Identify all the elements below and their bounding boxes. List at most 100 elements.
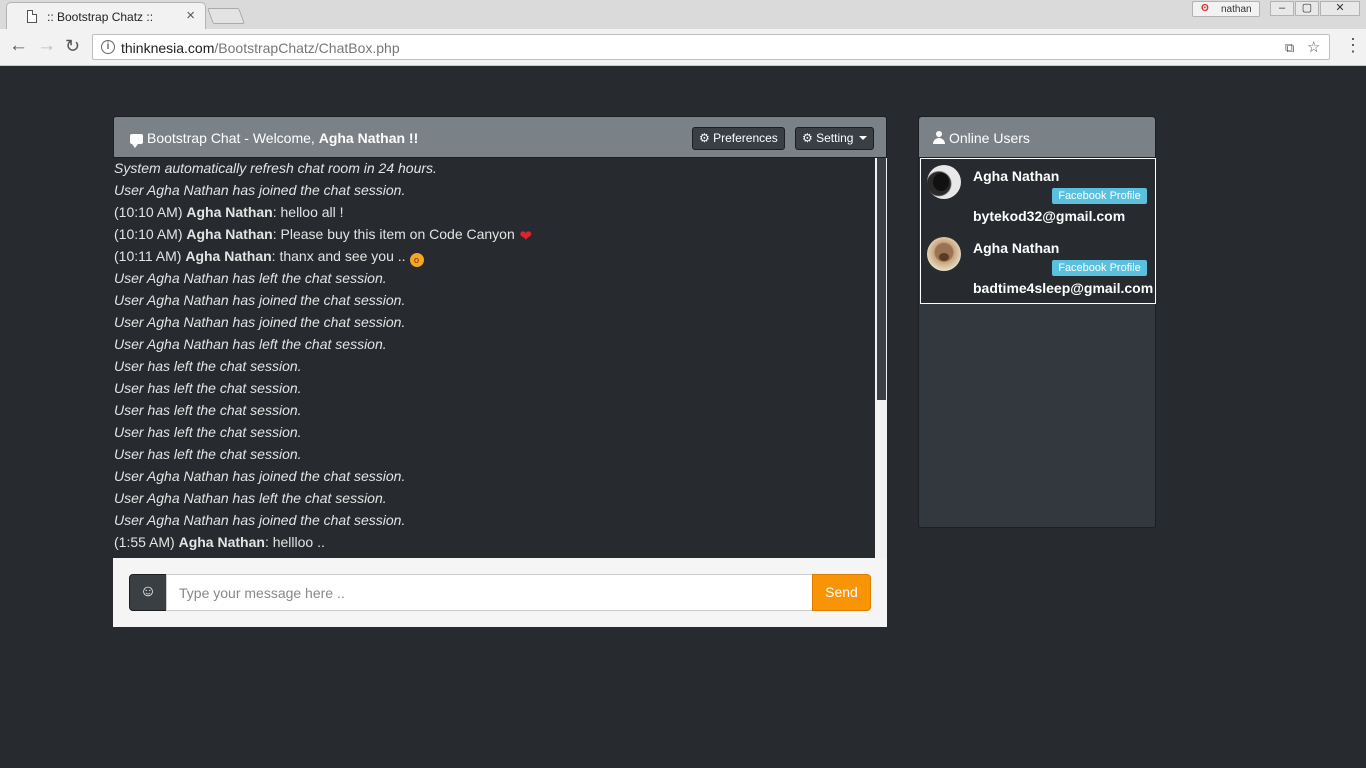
- system-message: User Agha Nathan has joined the chat ses…: [113, 179, 887, 201]
- system-message-text: User Agha Nathan has joined the chat ses…: [114, 314, 406, 330]
- setting-label: Setting: [816, 131, 854, 145]
- bookmark-star-icon[interactable]: ☆: [1307, 38, 1320, 56]
- message-input[interactable]: [166, 574, 813, 611]
- maximize-button[interactable]: ▢: [1295, 1, 1319, 16]
- back-arrow-icon[interactable]: ←: [9, 36, 28, 56]
- system-message: User Agha Nathan has joined the chat ses…: [113, 289, 887, 311]
- browser-tab[interactable]: :: Bootstrap Chatz :: ×: [6, 2, 206, 29]
- setting-dropdown-button[interactable]: ⚙ Setting: [795, 127, 874, 150]
- gear-icon: ⚙: [699, 131, 710, 145]
- chat-message: (10:10 AM) Agha Nathan: Please buy this …: [113, 223, 887, 245]
- message-time: (10:10 AM): [114, 226, 183, 242]
- browser-menu-icon[interactable]: ⋮: [1344, 35, 1362, 56]
- system-message-text: User has left the chat session.: [114, 402, 302, 418]
- send-button[interactable]: Send: [812, 574, 871, 611]
- cast-icon[interactable]: ⧉: [1285, 40, 1294, 56]
- message-user: Agha Nathan: [186, 226, 273, 242]
- system-message-text: User Agha Nathan has left the chat sessi…: [114, 270, 387, 286]
- chat-message: (1:55 AM) Agha Nathan: hellloo ..: [113, 531, 887, 553]
- system-message: User has left the chat session.: [113, 443, 887, 465]
- online-users-title: Online Users: [933, 130, 1030, 146]
- message-text: : thanx and see you ..: [271, 248, 406, 264]
- online-users-header: Online Users: [919, 117, 1155, 158]
- facebook-profile-badge[interactable]: Facebook Profile: [1052, 260, 1147, 276]
- user-email: bytekod32@gmail.com: [973, 208, 1126, 224]
- system-message-text: User Agha Nathan has joined the chat ses…: [114, 292, 406, 308]
- browser-tabstrip: :: Bootstrap Chatz :: × ʘ nathan – ▢ ✕: [0, 0, 1366, 29]
- chat-message: (10:10 AM) Agha Nathan: helloo all !: [113, 201, 887, 223]
- system-message: User Agha Nathan has joined the chat ses…: [113, 465, 887, 487]
- message-time: (1:55 AM): [114, 534, 175, 550]
- url-path: /BootstrapChatz/ChatBox.php: [214, 40, 400, 56]
- gears-icon: ⚙: [802, 131, 813, 145]
- minimize-button[interactable]: –: [1270, 1, 1294, 16]
- system-message: User Agha Nathan has left the chat sessi…: [113, 487, 887, 509]
- chat-title-prefix: Bootstrap Chat - Welcome,: [147, 130, 319, 146]
- address-bar[interactable]: i thinknesia.com/BootstrapChatz/ChatBox.…: [92, 34, 1330, 60]
- system-message-text: User has left the chat session.: [114, 424, 302, 440]
- new-tab-button[interactable]: [207, 8, 245, 24]
- chat-input-bar: ☺ Send: [113, 558, 887, 627]
- user-item[interactable]: Agha Nathan Facebook Profile badtime4sle…: [921, 231, 1155, 303]
- chat-title-user: Agha Nathan !!: [318, 130, 419, 146]
- facebook-profile-badge[interactable]: Facebook Profile: [1052, 188, 1147, 204]
- system-message: User has left the chat session.: [113, 355, 887, 377]
- profile-icon: ʘ: [1201, 3, 1209, 14]
- preferences-label: Preferences: [713, 131, 778, 145]
- online-users-panel: Online Users Agha Nathan Facebook Profil…: [918, 116, 1156, 528]
- online-users-label: Online Users: [949, 130, 1030, 146]
- preferences-button[interactable]: ⚙ Preferences: [692, 127, 785, 150]
- system-message-text: User has left the chat session.: [114, 358, 302, 374]
- user-name: Agha Nathan: [973, 168, 1060, 184]
- close-window-button[interactable]: ✕: [1320, 1, 1360, 16]
- profile-name: nathan: [1221, 4, 1252, 15]
- chat-messages[interactable]: System automatically refresh chat room i…: [113, 158, 887, 558]
- system-message-text: User has left the chat session.: [114, 380, 302, 396]
- forward-arrow-icon[interactable]: →: [37, 36, 56, 56]
- user-name: Agha Nathan: [973, 240, 1060, 256]
- message-text: : Please buy this item on Code Canyon: [272, 226, 515, 242]
- system-message-text: User Agha Nathan has left the chat sessi…: [114, 490, 387, 506]
- message-text: : hellloo ..: [264, 534, 325, 550]
- online-users-list[interactable]: Agha Nathan Facebook Profile bytekod32@g…: [920, 158, 1156, 304]
- system-message: System automatically refresh chat room i…: [113, 158, 887, 179]
- chat-title: Bootstrap Chat - Welcome, Agha Nathan !!: [130, 130, 419, 148]
- url-text: thinknesia.com/BootstrapChatz/ChatBox.ph…: [121, 40, 400, 56]
- system-message: User has left the chat session.: [113, 421, 887, 443]
- system-message: User Agha Nathan has joined the chat ses…: [113, 311, 887, 333]
- url-host: thinknesia.com: [121, 40, 215, 56]
- heart-emoji-icon: ❤: [519, 228, 533, 245]
- tab-close-icon[interactable]: ×: [186, 7, 195, 24]
- emoji-button[interactable]: ☺: [129, 574, 167, 611]
- system-message-text: User Agha Nathan has joined the chat ses…: [114, 512, 406, 528]
- system-message-text: System automatically refresh chat room i…: [114, 160, 437, 176]
- avatar[interactable]: [927, 165, 961, 199]
- caret-down-icon: [858, 136, 867, 140]
- system-message: User has left the chat session.: [113, 399, 887, 421]
- comment-icon: [130, 134, 143, 148]
- system-message-text: User Agha Nathan has joined the chat ses…: [114, 468, 406, 484]
- message-user: Agha Nathan: [178, 534, 265, 550]
- message-time: (10:11 AM): [114, 248, 182, 264]
- chat-header: Bootstrap Chat - Welcome, Agha Nathan !!…: [113, 116, 887, 158]
- user-email: badtime4sleep@gmail.com: [973, 280, 1154, 296]
- system-message: User Agha Nathan has joined the chat ses…: [113, 509, 887, 531]
- info-icon[interactable]: i: [101, 40, 115, 54]
- user-icon: [933, 131, 945, 144]
- system-message: User has left the chat session.: [113, 377, 887, 399]
- system-message: User Agha Nathan has left the chat sessi…: [113, 267, 887, 289]
- message-text: : helloo all !: [272, 204, 344, 220]
- reload-icon[interactable]: ↻: [65, 36, 80, 56]
- system-message: User Agha Nathan has left the chat sessi…: [113, 333, 887, 355]
- chat-scrollbar-thumb[interactable]: [877, 158, 886, 400]
- user-item[interactable]: Agha Nathan Facebook Profile bytekod32@g…: [921, 159, 1155, 231]
- avatar[interactable]: [927, 237, 961, 271]
- profile-button[interactable]: ʘ nathan: [1192, 1, 1260, 17]
- message-user: Agha Nathan: [185, 248, 272, 264]
- chat-message: (10:11 AM) Agha Nathan: thanx and see yo…: [113, 245, 887, 267]
- message-time: (10:10 AM): [114, 204, 183, 220]
- browser-toolbar: ← → ↻ i thinknesia.com/BootstrapChatz/Ch…: [0, 29, 1366, 66]
- message-user: Agha Nathan: [186, 204, 273, 220]
- surprised-face-emoji-icon: o: [409, 253, 424, 267]
- chat-panel: Bootstrap Chat - Welcome, Agha Nathan !!…: [113, 116, 887, 627]
